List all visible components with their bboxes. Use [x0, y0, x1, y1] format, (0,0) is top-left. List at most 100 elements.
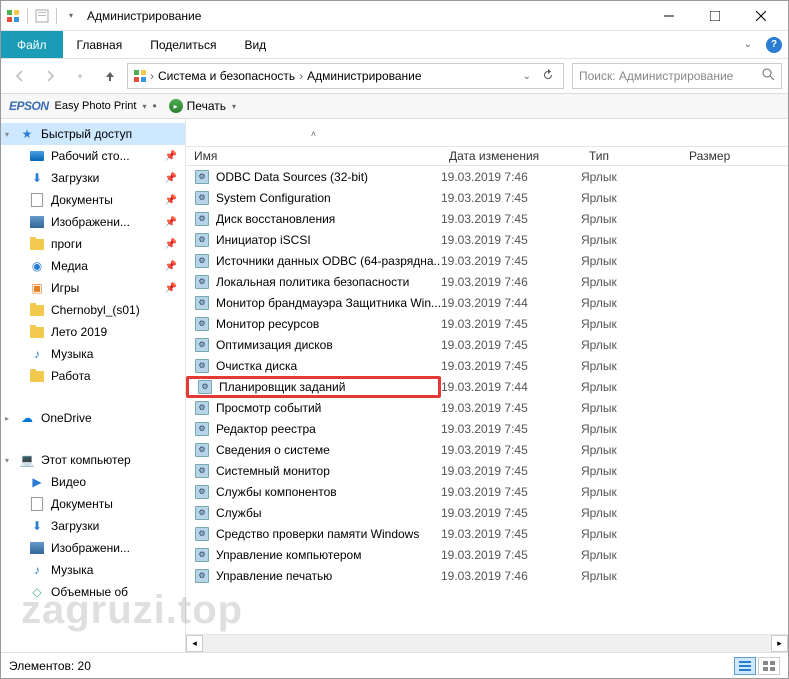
chevron-right-icon[interactable]: › [299, 69, 303, 83]
file-row[interactable]: ⚙ Средство проверки памяти Windows 19.03… [186, 523, 788, 544]
file-row[interactable]: ⚙ Редактор реестра 19.03.2019 7:45 Ярлык [186, 418, 788, 439]
file-row[interactable]: ⚙ Диск восстановления 19.03.2019 7:45 Яр… [186, 208, 788, 229]
file-type: Ярлык [581, 233, 681, 247]
help-button[interactable]: ? [760, 31, 788, 58]
sidebar-onedrive[interactable]: ▸ ☁ OneDrive [1, 407, 185, 429]
file-name: Сведения о системе [216, 443, 330, 457]
sidebar-item[interactable]: Chernobyl_(s01) [1, 299, 185, 321]
nav-up-button[interactable] [97, 63, 123, 89]
file-row[interactable]: ⚙ Локальная политика безопасности 19.03.… [186, 271, 788, 292]
sidebar-item[interactable]: ♪ Музыка [1, 343, 185, 365]
pin-icon: 📌 [165, 151, 177, 162]
view-tab[interactable]: Вид [230, 31, 280, 58]
sidebar-item[interactable]: Документы [1, 493, 185, 515]
shortcut-icon: ⚙ [194, 190, 210, 206]
expand-icon[interactable]: ▸ [5, 414, 9, 423]
scroll-right-button[interactable]: ▸ [771, 635, 788, 652]
chevron-right-icon[interactable]: › [150, 69, 154, 83]
sidebar-this-pc[interactable]: ▾ 💻 Этот компьютер [1, 449, 185, 471]
file-row[interactable]: ⚙ ODBC Data Sources (32-bit) 19.03.2019 … [186, 166, 788, 187]
sidebar-item[interactable]: ▶ Видео [1, 471, 185, 493]
ribbon-expand-icon[interactable]: ⌄ [736, 31, 760, 58]
column-size-label[interactable]: Размер [681, 149, 788, 163]
qat-dropdown-icon[interactable]: ▾ [63, 8, 79, 24]
breadcrumb-dropdown-icon[interactable]: ⌄ [519, 71, 535, 82]
search-input[interactable] [579, 69, 758, 83]
file-type: Ярлык [581, 275, 681, 289]
search-icon[interactable] [762, 68, 775, 84]
maximize-button[interactable] [692, 1, 738, 31]
file-row[interactable]: ⚙ Монитор ресурсов 19.03.2019 7:45 Ярлык [186, 313, 788, 334]
column-name-label[interactable]: Имя [186, 149, 441, 163]
file-tab[interactable]: Файл [1, 31, 63, 58]
scroll-left-button[interactable]: ◂ [186, 635, 203, 652]
file-row[interactable]: ⚙ Управление печатью 19.03.2019 7:46 Ярл… [186, 565, 788, 586]
file-row[interactable]: ⚙ Инициатор iSCSI 19.03.2019 7:45 Ярлык [186, 229, 788, 250]
download-icon: ⬇ [29, 518, 45, 534]
shortcut-icon: ⚙ [194, 421, 210, 437]
scroll-track[interactable] [203, 635, 771, 652]
minimize-button[interactable] [646, 1, 692, 31]
file-date: 19.03.2019 7:45 [441, 359, 581, 373]
sidebar-item[interactable]: проги 📌 [1, 233, 185, 255]
column-type-label[interactable]: Тип [581, 149, 681, 163]
sidebar-item[interactable]: Изображени... [1, 537, 185, 559]
file-row[interactable]: ⚙ System Configuration 19.03.2019 7:45 Я… [186, 187, 788, 208]
sidebar-item[interactable]: Рабочий сто... 📌 [1, 145, 185, 167]
details-view-button[interactable] [734, 657, 756, 675]
file-row[interactable]: ⚙ Системный монитор 19.03.2019 7:45 Ярлы… [186, 460, 788, 481]
file-name: Локальная политика безопасности [216, 275, 409, 289]
breadcrumb-seg-system[interactable]: Система и безопасность [156, 69, 297, 83]
sidebar-item[interactable]: ◉ Медиа 📌 [1, 255, 185, 277]
nav-forward-button[interactable] [37, 63, 63, 89]
print-dropdown-icon[interactable]: ▾ [232, 102, 236, 111]
sidebar-item[interactable]: ⬇ Загрузки 📌 [1, 167, 185, 189]
breadcrumb[interactable]: › Система и безопасность › Администриров… [127, 63, 564, 89]
horizontal-scrollbar[interactable]: ◂ ▸ [186, 634, 788, 652]
print-button[interactable]: ▸ Печать ▾ [163, 97, 242, 115]
home-tab[interactable]: Главная [63, 31, 137, 58]
file-row[interactable]: ⚙ Источники данных ODBC (64-разрядна... … [186, 250, 788, 271]
search-box[interactable] [572, 63, 782, 89]
file-name: Очистка диска [216, 359, 297, 373]
file-row[interactable]: ⚙ Оптимизация дисков 19.03.2019 7:45 Ярл… [186, 334, 788, 355]
sidebar-item[interactable]: Лето 2019 [1, 321, 185, 343]
file-row[interactable]: ⚙ Монитор брандмауэра Защитника Win... 1… [186, 292, 788, 313]
pc-icon: 💻 [19, 452, 35, 468]
sidebar-item[interactable]: Изображени... 📌 [1, 211, 185, 233]
sidebar-item[interactable]: ♪ Музыка [1, 559, 185, 581]
sidebar-quick-access[interactable]: ▾ ★ Быстрый доступ [1, 123, 185, 145]
close-button[interactable] [738, 1, 784, 31]
explorer-window: ▾ Администрирование Файл Главная Поделит… [0, 0, 789, 679]
nav-back-button[interactable] [7, 63, 33, 89]
sidebar-item-label: Лето 2019 [51, 325, 107, 339]
epson-dropdown-icon[interactable]: ▾ [142, 102, 146, 111]
navigation-pane[interactable]: ▾ ★ Быстрый доступ Рабочий сто... 📌⬇ Заг… [1, 119, 186, 652]
share-tab[interactable]: Поделиться [136, 31, 230, 58]
expand-icon[interactable]: ▾ [5, 456, 9, 465]
file-list[interactable]: ⚙ ODBC Data Sources (32-bit) 19.03.2019 … [186, 166, 788, 634]
sidebar-item[interactable]: ◇ Объемные об [1, 581, 185, 603]
sidebar-item[interactable]: Документы 📌 [1, 189, 185, 211]
thumbnails-view-button[interactable] [758, 657, 780, 675]
file-row[interactable]: ⚙ Просмотр событий 19.03.2019 7:45 Ярлык [186, 397, 788, 418]
file-row[interactable]: ⚙ Планировщик заданий 19.03.2019 7:44 Яр… [186, 376, 788, 397]
sidebar-item[interactable]: ⬇ Загрузки [1, 515, 185, 537]
sidebar-item-label: Медиа [51, 259, 88, 273]
file-row[interactable]: ⚙ Сведения о системе 19.03.2019 7:45 Ярл… [186, 439, 788, 460]
breadcrumb-seg-admin[interactable]: Администрирование [305, 69, 423, 83]
file-row[interactable]: ⚙ Управление компьютером 19.03.2019 7:45… [186, 544, 788, 565]
column-name[interactable]: ˄ [186, 126, 441, 140]
refresh-button[interactable] [537, 68, 559, 85]
sidebar-item[interactable]: Работа [1, 365, 185, 387]
shortcut-icon: ⚙ [194, 463, 210, 479]
nav-recent-icon[interactable]: ▾ [67, 63, 93, 89]
file-row[interactable]: ⚙ Службы компонентов 19.03.2019 7:45 Ярл… [186, 481, 788, 502]
file-row[interactable]: ⚙ Очистка диска 19.03.2019 7:45 Ярлык [186, 355, 788, 376]
properties-icon[interactable] [34, 8, 50, 24]
file-row[interactable]: ⚙ Службы 19.03.2019 7:45 Ярлык [186, 502, 788, 523]
expand-icon[interactable]: ▾ [5, 130, 9, 139]
file-type: Ярлык [581, 485, 681, 499]
sidebar-item[interactable]: ▣ Игры 📌 [1, 277, 185, 299]
column-date-label[interactable]: Дата изменения [441, 149, 581, 163]
